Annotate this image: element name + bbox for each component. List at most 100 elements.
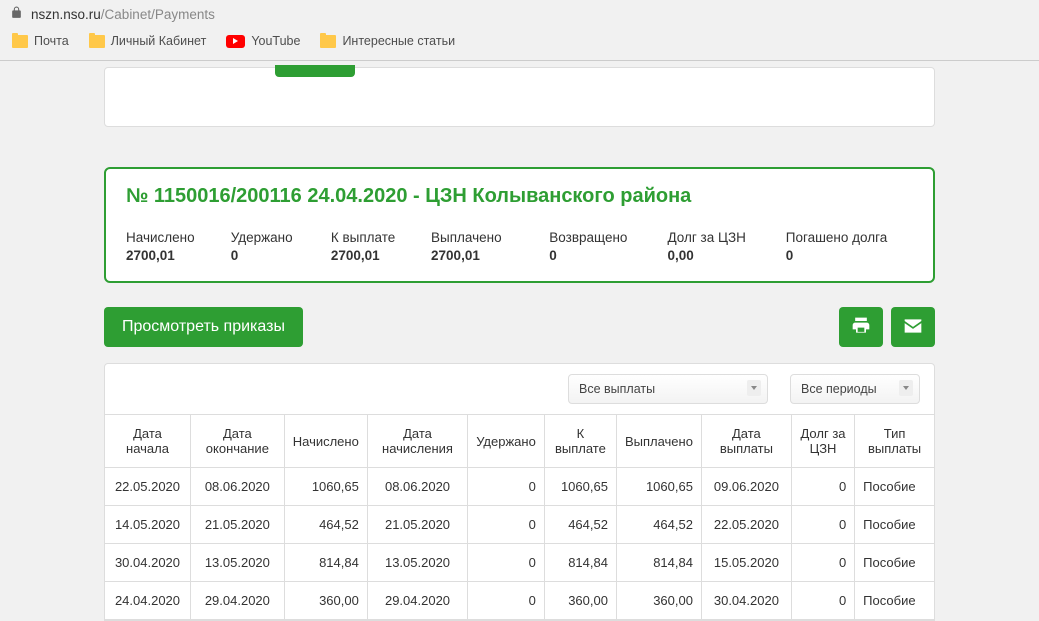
- table-cell: 0: [468, 544, 545, 582]
- folder-icon: [320, 35, 336, 48]
- table-cell: 0: [468, 468, 545, 506]
- table-cell: 360,00: [544, 582, 616, 620]
- table-row: 22.05.202008.06.20201060,6508.06.2020010…: [105, 468, 934, 506]
- col-accrued: Начислено: [284, 415, 367, 468]
- url-bar[interactable]: nszn.nso.ru/Cabinet/Payments: [0, 4, 1039, 28]
- button-fragment: [275, 65, 355, 77]
- chevron-down-icon: [899, 380, 913, 396]
- table-cell: 14.05.2020: [105, 506, 191, 544]
- table-cell: 30.04.2020: [105, 544, 191, 582]
- table-cell: 0: [791, 582, 854, 620]
- col-withheld: Удержано: [468, 415, 545, 468]
- table-cell: 464,52: [616, 506, 701, 544]
- summary-value: 0: [786, 248, 905, 263]
- table-cell: 24.04.2020: [105, 582, 191, 620]
- col-accrual-date: Дата начисления: [367, 415, 467, 468]
- payments-filter-select[interactable]: Все выплаты: [568, 374, 768, 404]
- col-debt: Долг за ЦЗН: [791, 415, 854, 468]
- summary-returned: Возвращено 0: [549, 230, 667, 263]
- mail-icon: [903, 316, 923, 339]
- table-cell: 0: [468, 582, 545, 620]
- summary-withheld: Удержано 0: [231, 230, 331, 263]
- summary-label: Погашено долга: [786, 230, 905, 245]
- table-cell: Пособие: [855, 582, 934, 620]
- actions-row: Просмотреть приказы: [104, 307, 935, 347]
- summary-value: 2700,01: [331, 248, 423, 263]
- table-cell: 814,84: [616, 544, 701, 582]
- table-cell: 21.05.2020: [191, 506, 285, 544]
- url-text: nszn.nso.ru/Cabinet/Payments: [31, 7, 215, 22]
- table-cell: 13.05.2020: [367, 544, 467, 582]
- summary-value: 0,00: [668, 248, 778, 263]
- table-cell: 30.04.2020: [701, 582, 791, 620]
- col-type: Тип выплаты: [855, 415, 934, 468]
- summary-accrued: Начислено2700,01: [126, 230, 231, 263]
- table-cell: 29.04.2020: [191, 582, 285, 620]
- bookmark-label: Интересные статьи: [342, 34, 455, 48]
- table-row: 24.04.202029.04.2020360,0029.04.20200360…: [105, 582, 934, 620]
- summary-label: Выплачено: [431, 230, 541, 245]
- youtube-icon: [226, 35, 245, 48]
- filters-row: Все выплаты Все периоды: [105, 364, 934, 414]
- print-icon: [851, 316, 871, 339]
- table-row: 30.04.202013.05.2020814,8413.05.20200814…: [105, 544, 934, 582]
- table-cell: 0: [791, 544, 854, 582]
- table-cell: 22.05.2020: [105, 468, 191, 506]
- payments-table: Дата начала Дата окончание Начислено Дат…: [105, 414, 934, 620]
- summary-label: Долг за ЦЗН: [668, 230, 778, 245]
- col-pay-date: Дата выплаты: [701, 415, 791, 468]
- view-orders-button[interactable]: Просмотреть приказы: [104, 307, 303, 347]
- summary-debt-paid: Погашено долга 0: [786, 230, 913, 263]
- summary-value: 0: [231, 248, 323, 263]
- chevron-down-icon: [747, 380, 761, 396]
- bookmark-articles[interactable]: Интересные статьи: [320, 34, 455, 48]
- table-cell: 15.05.2020: [701, 544, 791, 582]
- print-button[interactable]: [839, 307, 883, 347]
- table-cell: Пособие: [855, 468, 934, 506]
- table-row: 14.05.202021.05.2020464,5221.05.20200464…: [105, 506, 934, 544]
- bookmarks-bar: Почта Личный Кабинет YouTube Интересные …: [0, 28, 1039, 56]
- summary-value: 2700,01: [126, 248, 223, 263]
- bookmark-label: Почта: [34, 34, 69, 48]
- summary-paid: Выплачено 2700,01: [431, 230, 549, 263]
- col-paid: Выплачено: [616, 415, 701, 468]
- table-cell: 08.06.2020: [367, 468, 467, 506]
- table-cell: 814,84: [544, 544, 616, 582]
- table-cell: 360,00: [616, 582, 701, 620]
- table-cell: 464,52: [284, 506, 367, 544]
- mail-button[interactable]: [891, 307, 935, 347]
- bookmark-youtube[interactable]: YouTube: [226, 34, 300, 48]
- periods-filter-select[interactable]: Все периоды: [790, 374, 920, 404]
- table-cell: 0: [791, 468, 854, 506]
- summary-label: К выплате: [331, 230, 423, 245]
- summary-label: Удержано: [231, 230, 323, 245]
- bookmark-cabinet[interactable]: Личный Кабинет: [89, 34, 207, 48]
- bookmark-mail[interactable]: Почта: [12, 34, 69, 48]
- summary-row: Начислено2700,01 Удержано 0 К выплате 2700…: [126, 230, 913, 263]
- col-topay: К выплате: [544, 415, 616, 468]
- table-cell: Пособие: [855, 544, 934, 582]
- table-cell: 21.05.2020: [367, 506, 467, 544]
- table-cell: 0: [791, 506, 854, 544]
- table-cell: 814,84: [284, 544, 367, 582]
- table-cell: 0: [468, 506, 545, 544]
- col-end-date: Дата окончание: [191, 415, 285, 468]
- bookmark-label: YouTube: [251, 34, 300, 48]
- summary-label: Возвращено: [549, 230, 659, 245]
- previous-card-fragment: [104, 67, 935, 127]
- table-cell: 1060,65: [616, 468, 701, 506]
- table-cell: 1060,65: [284, 468, 367, 506]
- payments-table-card: Все выплаты Все периоды Дата начала Дата…: [104, 363, 935, 621]
- table-cell: 360,00: [284, 582, 367, 620]
- folder-icon: [12, 35, 28, 48]
- summary-value: 0: [549, 248, 659, 263]
- summary-value: 2700,01: [431, 248, 541, 263]
- table-cell: 09.06.2020: [701, 468, 791, 506]
- table-cell: 22.05.2020: [701, 506, 791, 544]
- col-start-date: Дата начала: [105, 415, 191, 468]
- summary-card: № 1150016/200116 24.04.2020 - ЦЗН Колыва…: [104, 167, 935, 283]
- folder-icon: [89, 35, 105, 48]
- browser-chrome: nszn.nso.ru/Cabinet/Payments Почта Личны…: [0, 0, 1039, 61]
- table-cell: 1060,65: [544, 468, 616, 506]
- summary-title: № 1150016/200116 24.04.2020 - ЦЗН Колыва…: [126, 185, 913, 208]
